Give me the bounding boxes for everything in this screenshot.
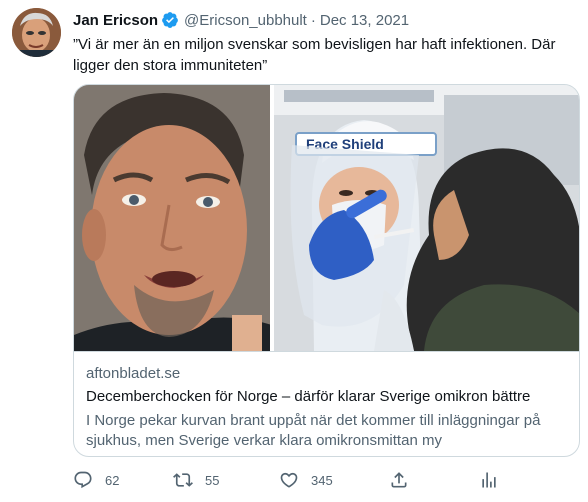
card-image[interactable]: Face Shield (74, 85, 579, 351)
tweet-date[interactable]: Dec 13, 2021 (320, 12, 409, 29)
verified-badge-icon (161, 11, 179, 29)
reply-icon (73, 470, 93, 490)
analytics-icon (479, 470, 499, 490)
share-button[interactable] (389, 468, 409, 492)
card-divider (74, 351, 579, 352)
avatar[interactable] (12, 8, 61, 57)
analytics-button[interactable] (479, 468, 499, 492)
tweet-header: Jan Ericson @Ericson_ubbhult · Dec 13, 2… (73, 10, 409, 30)
retweet-button[interactable]: 55 (173, 468, 219, 492)
share-icon (389, 470, 409, 490)
heart-icon (279, 470, 299, 490)
reply-button[interactable]: 62 (73, 468, 119, 492)
link-card[interactable]: Face Shield aftonbladet.se Decemberchock… (73, 84, 580, 457)
header-separator: · (310, 11, 316, 29)
avatar-photo (12, 8, 61, 57)
card-description: I Norge pekar kurvan brant uppåt när det… (86, 412, 541, 449)
retweet-count: 55 (205, 472, 220, 488)
tweet-text: ”Vi är mer än en miljon svenskar som bev… (73, 36, 556, 74)
display-name[interactable]: Jan Ericson (73, 12, 158, 29)
card-photo: Face Shield (74, 85, 579, 351)
retweet-icon (173, 470, 193, 490)
like-button[interactable]: 345 (279, 468, 333, 492)
tweet[interactable]: Jan Ericson @Ericson_ubbhult · Dec 13, 2… (0, 0, 588, 502)
tweet-actions: 62 55 345 (73, 468, 503, 492)
like-count: 345 (311, 472, 333, 488)
card-domain: aftonbladet.se (86, 365, 181, 382)
user-handle[interactable]: @Ericson_ubbhult (184, 12, 307, 29)
reply-count: 62 (105, 472, 120, 488)
card-title[interactable]: Decemberchocken för Norge – därför klara… (86, 388, 530, 405)
